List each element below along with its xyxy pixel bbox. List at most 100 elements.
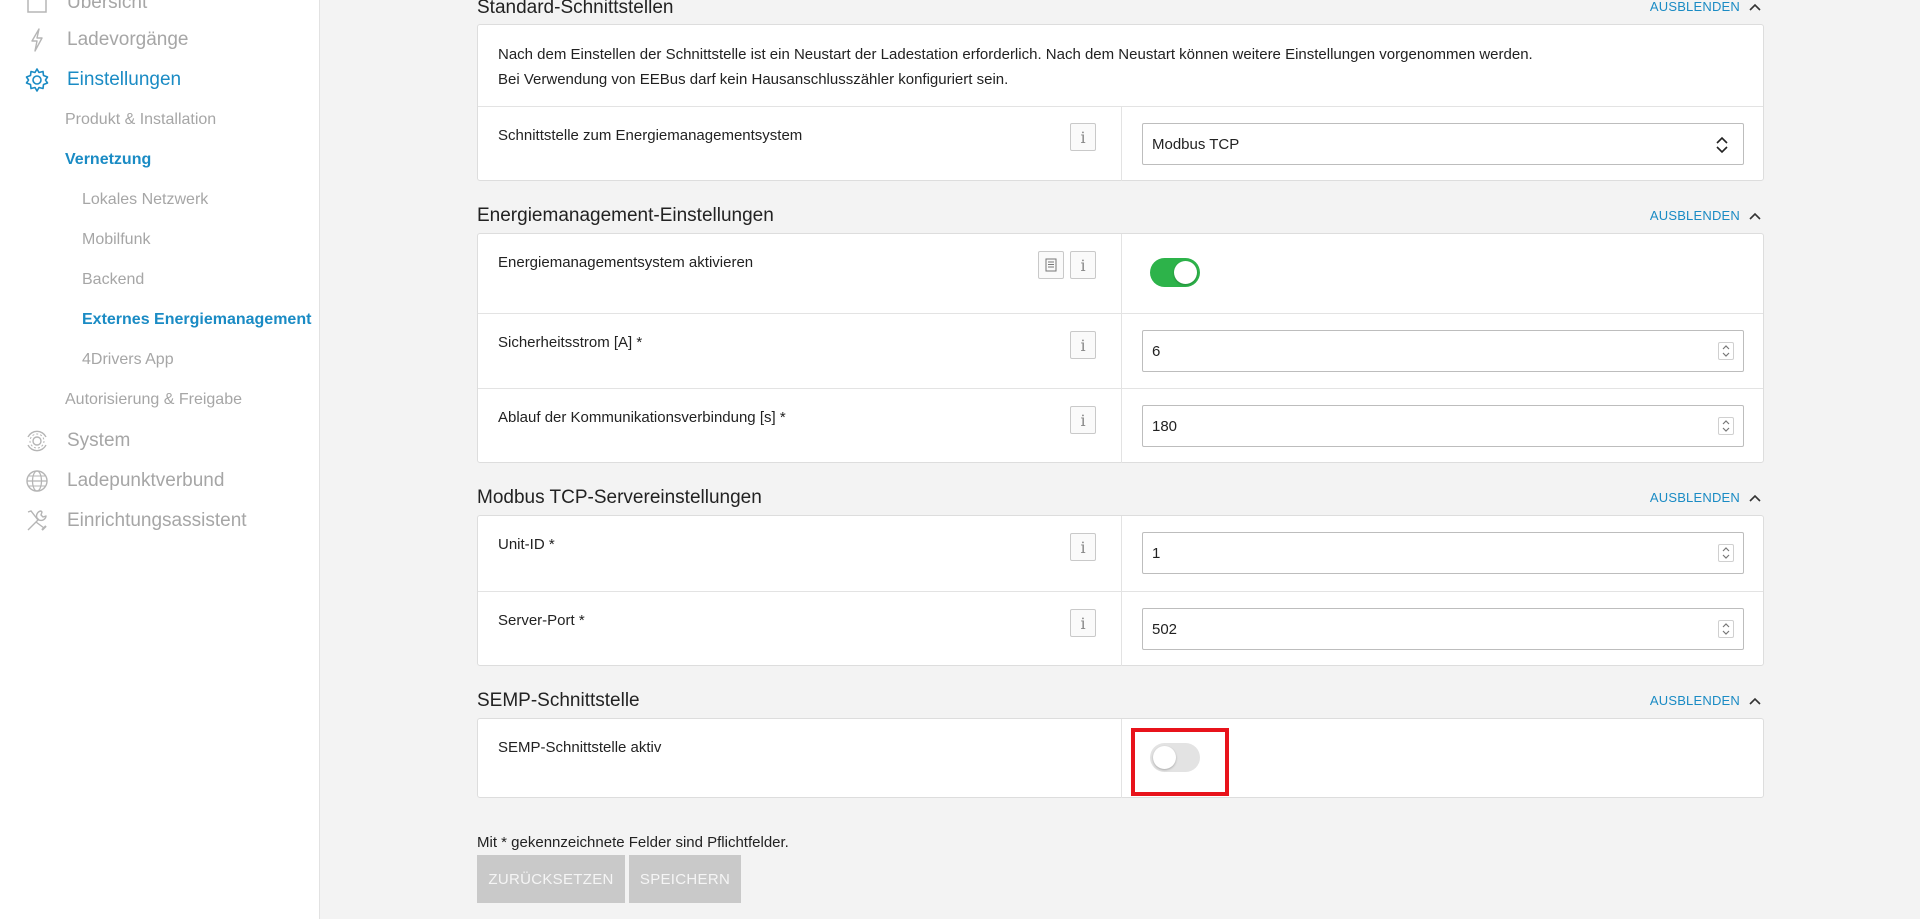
semp-active-label: SEMP-Schnittstelle aktiv [498, 739, 662, 756]
nav-backend-label: Backend [82, 271, 145, 288]
interface-select[interactable]: Modbus TCP [1142, 123, 1744, 165]
nav-setup-assistant[interactable]: Einrichtungsassistent [24, 508, 247, 534]
semp-active-row: SEMP-Schnittstelle aktiv [478, 719, 1763, 798]
chevron-up-icon [1749, 212, 1761, 220]
nav-backend[interactable]: Backend [82, 271, 144, 289]
safety-current-input[interactable]: 6 [1142, 330, 1744, 372]
modbus-server-hide-link[interactable]: AUSBLENDEN [1650, 490, 1762, 505]
save-button[interactable]: SPEICHERN [629, 855, 741, 903]
nav-networking-label: Vernetzung [65, 151, 152, 168]
nav-local-network[interactable]: Lokales Netzwerk [82, 191, 208, 209]
energy-settings-title: Energiemanagement-Einstellungen [477, 205, 774, 226]
row-divider [1121, 592, 1122, 666]
spinner-icon[interactable] [1718, 417, 1734, 435]
standard-interfaces-hide-link[interactable]: AUSBLENDEN [1650, 0, 1762, 14]
row-divider [1121, 389, 1122, 463]
timeout-row: Ablauf der Kommunikationsverbindung [s] … [478, 388, 1763, 463]
info-icon[interactable]: i [1070, 609, 1096, 637]
standard-interfaces-card: Nach dem Einstellen der Schnittstelle is… [477, 24, 1764, 181]
highlight-box [1131, 728, 1229, 796]
sidebar: Übersicht Ladevorgänge Einstellungen Pro… [0, 0, 320, 919]
info-icon[interactable]: i [1070, 533, 1096, 561]
timeout-label: Ablauf der Kommunikationsverbindung [s] … [498, 409, 786, 426]
unit-id-label: Unit-ID * [498, 536, 555, 553]
server-port-label: Server-Port * [498, 612, 585, 629]
spinner-icon[interactable] [1718, 620, 1734, 638]
nav-overview[interactable]: Übersicht [24, 0, 147, 16]
nav-external-energy-label: Externes Energiemanagement [82, 311, 312, 328]
info-icon[interactable]: i [1070, 123, 1096, 151]
nav-mobile[interactable]: Mobilfunk [82, 231, 150, 249]
timeout-input[interactable]: 180 [1142, 405, 1744, 447]
semp-card: SEMP-Schnittstelle aktiv [477, 718, 1764, 798]
modbus-server-card: Unit-ID * i 1 Server-Port * i 502 [477, 515, 1764, 666]
nav-charging[interactable]: Ladevorgänge [24, 27, 189, 53]
reset-button[interactable]: ZURÜCKSETZEN [477, 855, 625, 903]
info-icon[interactable]: i [1070, 406, 1096, 434]
spinner-icon[interactable] [1718, 342, 1734, 360]
server-port-row: Server-Port * i 502 [478, 591, 1763, 666]
nav-authorization-label: Autorisierung & Freigabe [65, 391, 242, 408]
activate-row: Energiemanagementsystem aktivieren i [478, 234, 1763, 313]
unit-id-row: Unit-ID * i 1 [478, 516, 1763, 591]
nav-local-network-label: Lokales Netzwerk [82, 191, 209, 208]
lightning-icon [24, 27, 50, 53]
nav-mobile-label: Mobilfunk [82, 231, 151, 248]
nav-setup-assistant-label: Einrichtungsassistent [67, 510, 247, 531]
globe-icon [24, 468, 50, 494]
system-icon [24, 428, 50, 454]
row-divider [1121, 516, 1122, 591]
semp-title: SEMP-Schnittstelle [477, 690, 640, 711]
nav-charge-point-group[interactable]: Ladepunktverbund [24, 468, 224, 494]
nav-product-installation-label: Produkt & Installation [65, 111, 217, 128]
nav-charge-point-group-label: Ladepunktverbund [67, 470, 225, 491]
overview-icon [24, 0, 50, 16]
energy-settings-hide-link[interactable]: AUSBLENDEN [1650, 208, 1762, 223]
unit-id-input[interactable]: 1 [1142, 532, 1744, 574]
tools-icon [24, 508, 50, 534]
nav-overview-label: Übersicht [67, 0, 148, 13]
info-icon[interactable]: i [1070, 331, 1096, 359]
nav-charging-label: Ladevorgänge [67, 29, 189, 50]
server-port-value: 502 [1152, 620, 1178, 638]
nav-system-label: System [67, 430, 131, 451]
energy-management-toggle[interactable] [1150, 258, 1200, 287]
semp-hide-link[interactable]: AUSBLENDEN [1650, 693, 1762, 708]
nav-authorization[interactable]: Autorisierung & Freigabe [65, 391, 242, 409]
timeout-value: 180 [1152, 417, 1178, 435]
hide-label: AUSBLENDEN [1649, 0, 1740, 14]
safety-current-label: Sicherheitsstrom [A] * [498, 334, 643, 351]
gear-icon [24, 67, 50, 93]
nav-networking[interactable]: Vernetzung [65, 151, 151, 169]
hide-label: AUSBLENDEN [1649, 208, 1740, 223]
nav-settings-label: Einstellungen [67, 69, 182, 90]
select-arrows-icon [1716, 136, 1728, 154]
chevron-up-icon [1749, 697, 1761, 705]
activate-label: Energiemanagementsystem aktivieren [498, 254, 754, 271]
row-divider [1121, 107, 1122, 181]
nav-drivers-app[interactable]: 4Drivers App [82, 351, 174, 369]
server-port-input[interactable]: 502 [1142, 608, 1744, 650]
energy-settings-card: Energiemanagementsystem aktivieren i Sic… [477, 233, 1764, 463]
unit-id-value: 1 [1152, 544, 1161, 562]
nav-product-installation[interactable]: Produkt & Installation [65, 111, 216, 129]
standard-interfaces-title: Standard-Schnittstellen [477, 0, 674, 18]
interface-row: Schnittstelle zum Energiemanagementsyste… [478, 106, 1763, 181]
modbus-server-title: Modbus TCP-Servereinstellungen [477, 487, 762, 508]
nav-external-energy[interactable]: Externes Energiemanagement [82, 311, 311, 329]
spinner-icon[interactable] [1718, 544, 1734, 562]
row-divider [1121, 314, 1122, 388]
chevron-up-icon [1749, 3, 1761, 11]
safety-current-value: 6 [1152, 342, 1161, 360]
row-divider [1121, 234, 1122, 313]
restart-info-line1: Nach dem Einstellen der Schnittstelle is… [498, 46, 1533, 63]
safety-current-row: Sicherheitsstrom [A] * i 6 [478, 313, 1763, 388]
nav-system[interactable]: System [24, 428, 130, 454]
restart-info-line2: Bei Verwendung von EEBus darf kein Hausa… [498, 71, 1009, 88]
row-divider [1121, 719, 1122, 798]
hide-label: AUSBLENDEN [1649, 693, 1740, 708]
nav-settings[interactable]: Einstellungen [24, 67, 181, 93]
info-icon[interactable]: i [1070, 251, 1096, 279]
document-icon[interactable] [1038, 251, 1064, 279]
toggle-knob [1174, 261, 1197, 284]
